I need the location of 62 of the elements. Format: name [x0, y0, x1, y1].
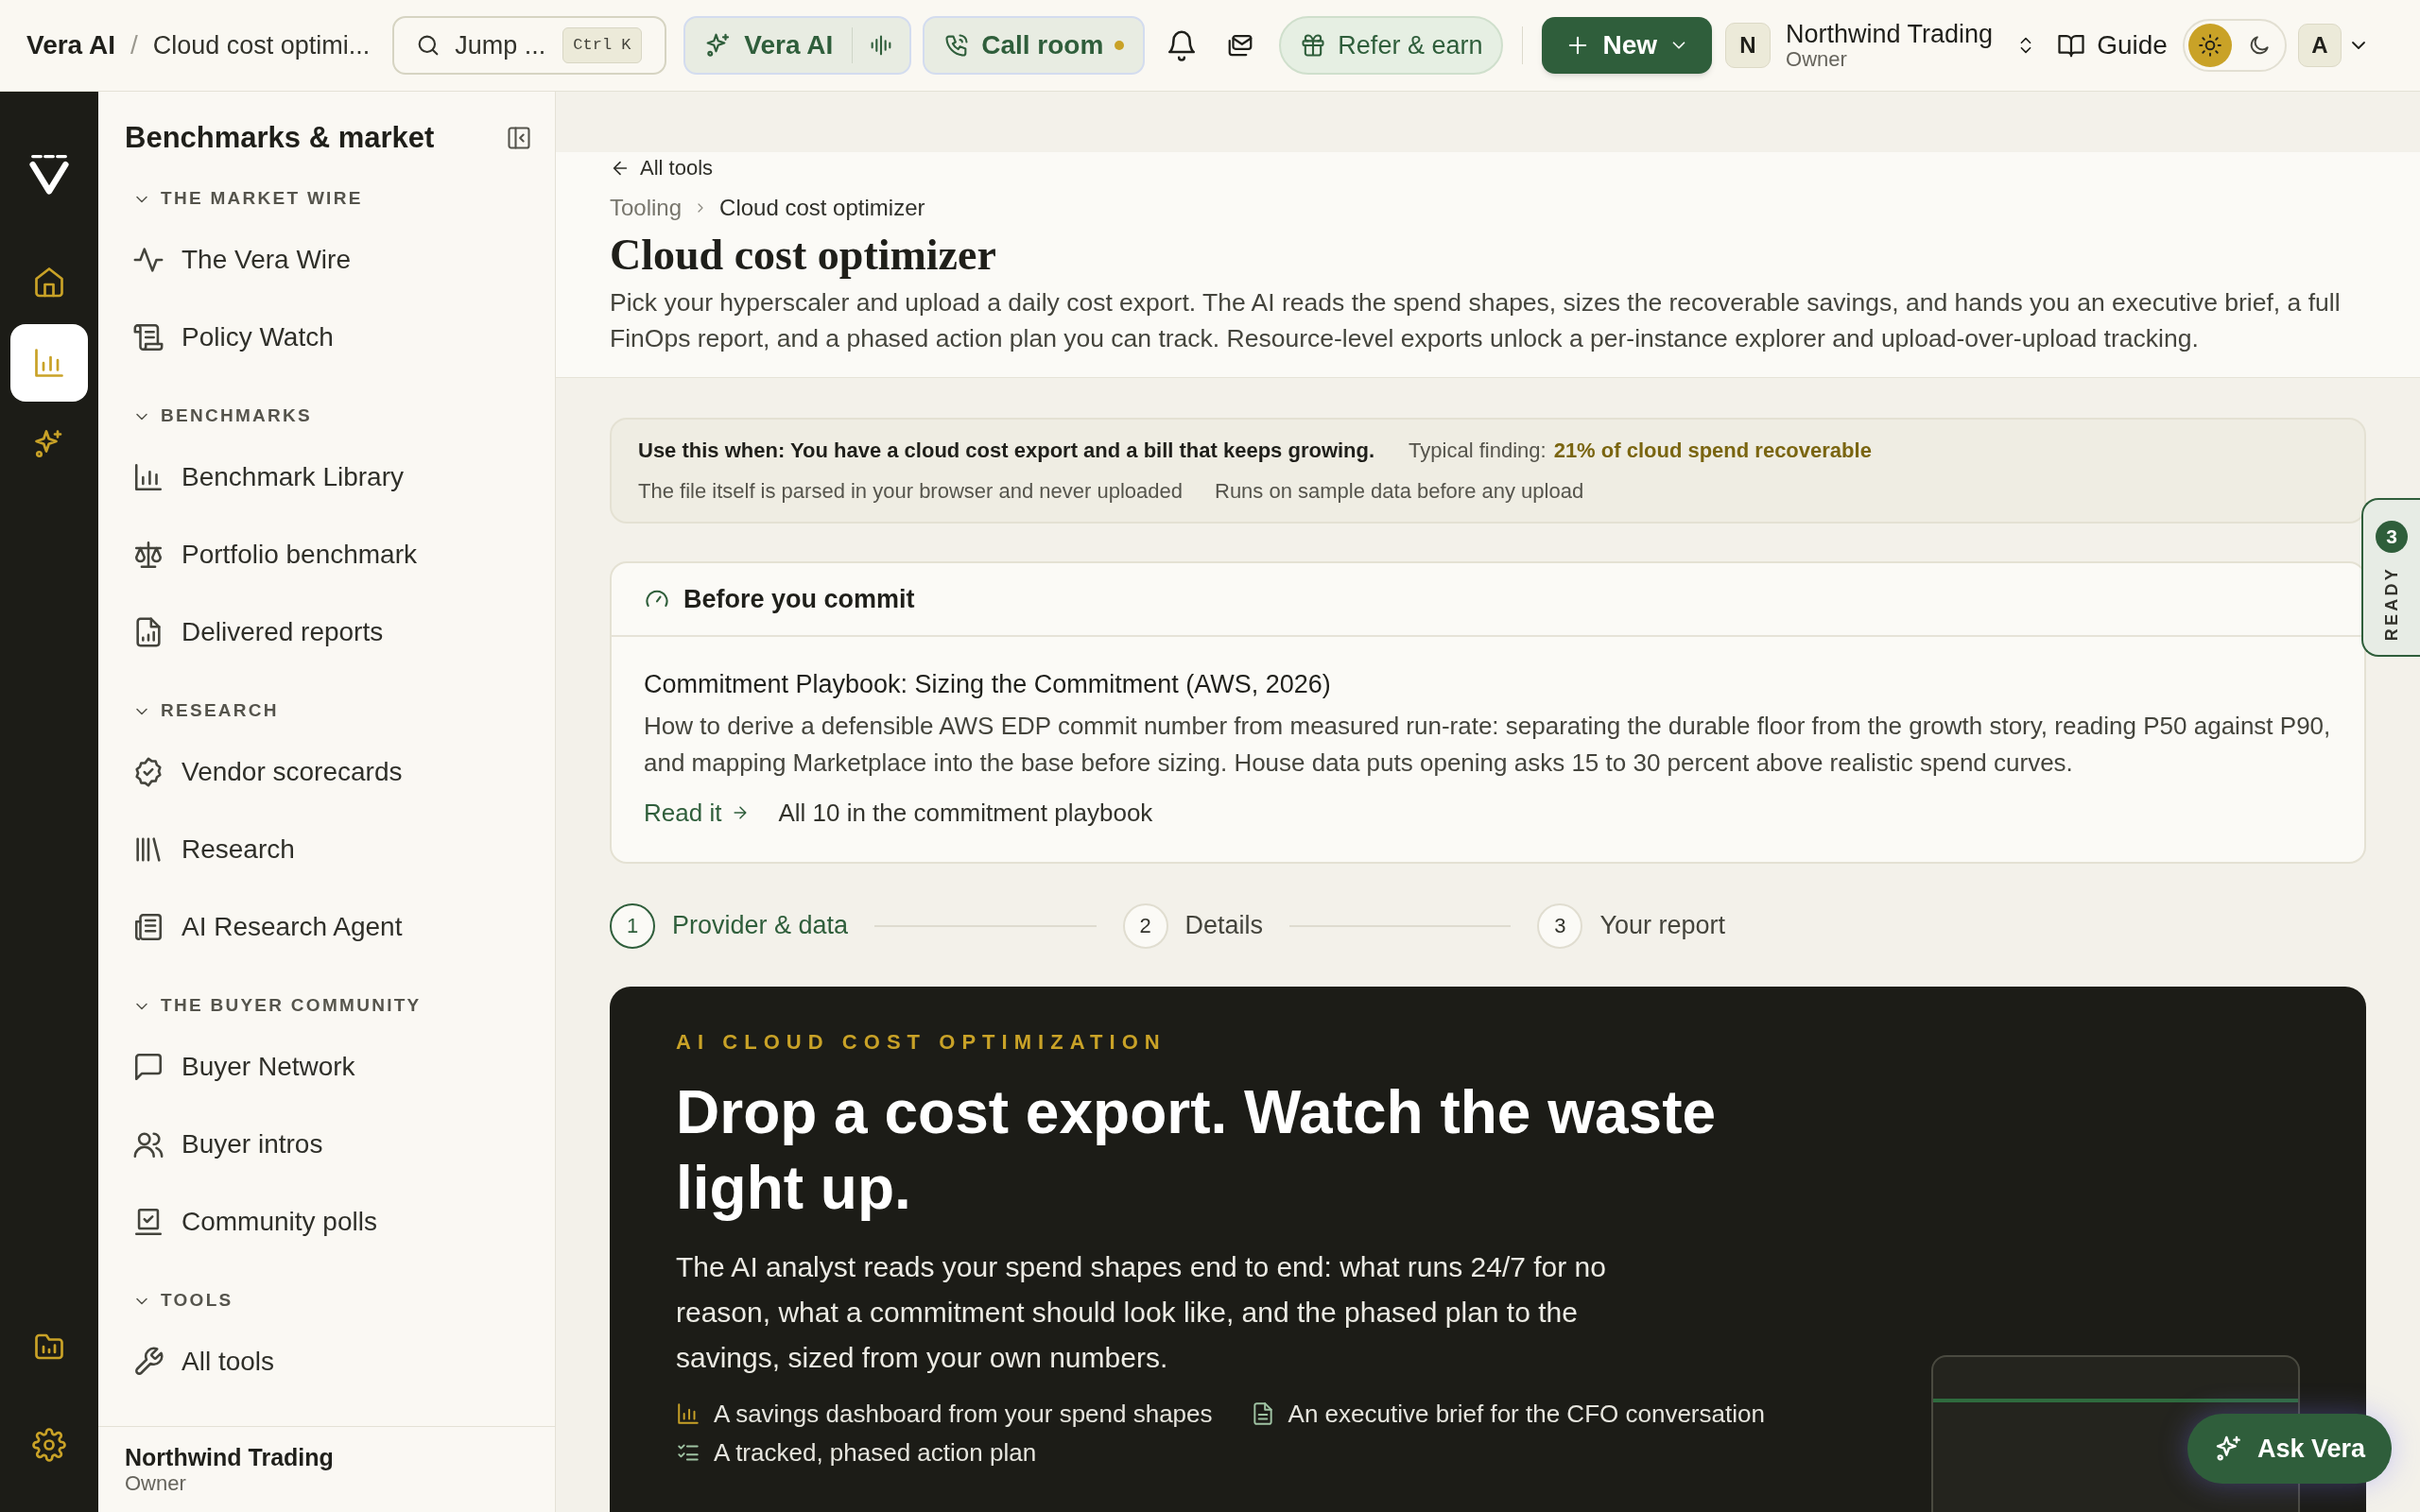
count-badge: 3: [2376, 521, 2408, 553]
breadcrumb-separator: /: [130, 29, 138, 61]
back-link[interactable]: All tools: [610, 152, 2363, 183]
workspace-name: Northwind Trading: [1786, 21, 1994, 48]
refer-button[interactable]: Refer & earn: [1279, 16, 1504, 75]
sidebar-item[interactable]: All tools: [132, 1322, 555, 1400]
sidebar-item[interactable]: Buyer Network: [132, 1027, 555, 1106]
hero-text: The AI analyst reads your spend shapes end to end: what runs 24/7 for no reason, what a commitment should look like, and the phased plan to the savings, sized from your own numbers.: [676, 1249, 1607, 1375]
shortcut-key: Ctrl K: [562, 27, 642, 63]
call-room-button[interactable]: Call room: [923, 16, 1146, 75]
new-button[interactable]: New: [1542, 17, 1712, 74]
note-text: Runs on sample data before any upload: [1215, 478, 1584, 506]
sidebar-title: Benchmarks & market: [125, 120, 435, 156]
section-toggle[interactable]: TOOLS: [132, 1279, 555, 1323]
feature-text: A savings dashboard from your spend shapes: [714, 1398, 1213, 1430]
search-field[interactable]: Jump ... Ctrl K: [392, 16, 667, 75]
search-input[interactable]: Jump ...: [455, 26, 550, 65]
app-name[interactable]: Vera AI: [26, 26, 115, 65]
guide-button[interactable]: Guide: [2057, 26, 2168, 65]
feature-text: A tracked, phased action plan: [714, 1436, 1037, 1469]
hero-kicker: AI CLOUD COST OPTIMIZATION: [676, 1028, 1167, 1056]
section-toggle[interactable]: BENCHMARKS: [132, 394, 555, 438]
breadcrumb-item: Cloud cost optimizer: [719, 194, 925, 222]
hero-headline: Drop a cost export. Watch the waste light up.: [676, 1076, 1718, 1224]
note-text: The file itself is parsed in your browser and never uploaded: [638, 478, 1183, 506]
workspace-avatar: N: [1725, 23, 1771, 68]
workspace-role: Owner: [1786, 47, 1848, 70]
sidebar-item[interactable]: The Vera Wire: [132, 220, 555, 299]
section-toggle[interactable]: RESEARCH: [132, 689, 555, 733]
use-case-text: Use this when: You have a cloud cost export and a bill that keeps growing.: [638, 438, 1375, 465]
sidebar-item[interactable]: Policy Watch: [132, 298, 555, 376]
workspace-switcher[interactable]: N Northwind Trading Owner: [1725, 21, 2037, 70]
wizard-step[interactable]: 3 Your report: [1537, 902, 1725, 949]
sidebar-item[interactable]: Buyer intros: [132, 1105, 555, 1183]
user-avatar[interactable]: A: [2297, 24, 2342, 67]
sidebar-item[interactable]: Portfolio benchmark: [132, 515, 555, 593]
wizard-step[interactable]: 1 Provider & data: [610, 902, 849, 949]
article-summary: How to derive a defensible AWS EDP commit number from measured run-rate: separating the durable floor from the growth story, reading P50 against P90, and mapping Marketplace into the base before sizing. House data puts opening asks 15 to 30 percent above realistic spend curves.: [644, 710, 2332, 779]
sidebar-item[interactable]: Vendor scorecards: [132, 732, 555, 811]
sidebar-item[interactable]: Community polls: [132, 1182, 555, 1261]
finding-value: 21% of cloud spend recoverable: [1553, 438, 1872, 465]
sidebar-item[interactable]: Research: [132, 810, 555, 888]
section-toggle[interactable]: THE MARKET WIRE: [132, 177, 555, 221]
page-title: Cloud cost optimi...: [152, 29, 371, 61]
ready-tab[interactable]: 3 READY: [2361, 498, 2420, 657]
finding-label: Typical finding:: [1409, 438, 1547, 465]
article-title: Commitment Playbook: Sizing the Commitment (AWS, 2026): [644, 669, 1332, 701]
sidebar-item[interactable]: Delivered reports: [132, 593, 555, 671]
workspace-role: Owner: [125, 1470, 187, 1495]
breadcrumb-item[interactable]: Tooling: [610, 191, 683, 225]
section-toggle[interactable]: THE BUYER COMMUNITY: [132, 984, 555, 1028]
page-heading: Cloud cost optimizer: [610, 230, 997, 281]
card-title: Before you commit: [683, 583, 915, 615]
read-link[interactable]: Read it: [644, 794, 751, 832]
ask-vera-button[interactable]: Ask Vera: [2187, 1414, 2392, 1484]
workspace-name: Northwind Trading: [125, 1443, 335, 1471]
page-description: Pick your hyperscaler and upload a daily cost export. The AI reads the spend shapes, sizes the recoverable savings, and hands you an executive brief, a full FinOps report, and a phased action plan you can track. Resource-level exports unlock a per-instance explorer and upload-over-upload tracking.: [610, 287, 2342, 355]
playbook-link[interactable]: All 10 in the commitment playbook: [778, 794, 1153, 832]
wizard-step[interactable]: 2 Details: [1122, 902, 1264, 949]
sidebar-item[interactable]: Benchmark Library: [132, 438, 555, 516]
feature-text: An executive brief for the CFO conversation: [1288, 1398, 1765, 1430]
sidebar-item[interactable]: AI Research Agent: [132, 887, 555, 966]
